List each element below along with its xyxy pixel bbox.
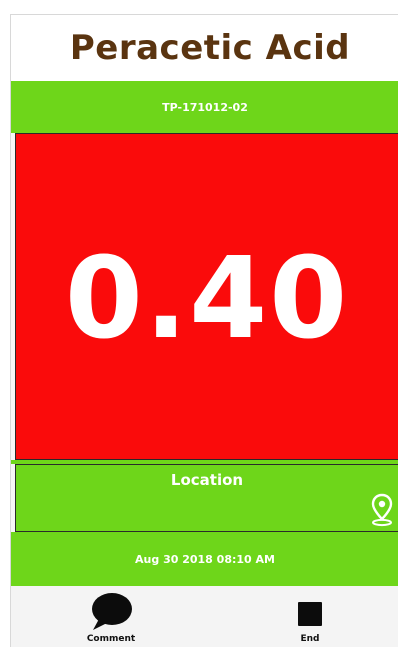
end-button[interactable]: End bbox=[255, 592, 365, 647]
location-button[interactable]: Location bbox=[15, 464, 398, 532]
timestamp: Aug 30 2018 08:10 AM bbox=[135, 552, 275, 566]
app-screen: Peracetic Acid TP-171012-02 0.40 Locatio… bbox=[10, 14, 398, 647]
reading-panel: 0.40 bbox=[15, 133, 398, 460]
sensor-id-bar: TP-171012-02 bbox=[11, 81, 398, 133]
stop-icon bbox=[298, 602, 322, 626]
comment-button[interactable]: Comment bbox=[56, 592, 166, 647]
speech-bubble-icon bbox=[92, 593, 132, 630]
comment-label: Comment bbox=[86, 634, 136, 644]
title-bar: Peracetic Acid bbox=[11, 15, 398, 81]
end-label: End bbox=[300, 634, 320, 644]
timestamp-bar: Aug 30 2018 08:10 AM bbox=[11, 532, 398, 586]
page-title: Peracetic Acid bbox=[69, 28, 351, 68]
reading-value: 0.40 bbox=[64, 233, 350, 364]
location-label: Location bbox=[170, 471, 244, 489]
sensor-id: TP-171012-02 bbox=[162, 100, 248, 114]
map-pin-icon[interactable] bbox=[370, 493, 394, 527]
bottom-nav: Comment End bbox=[11, 586, 398, 647]
